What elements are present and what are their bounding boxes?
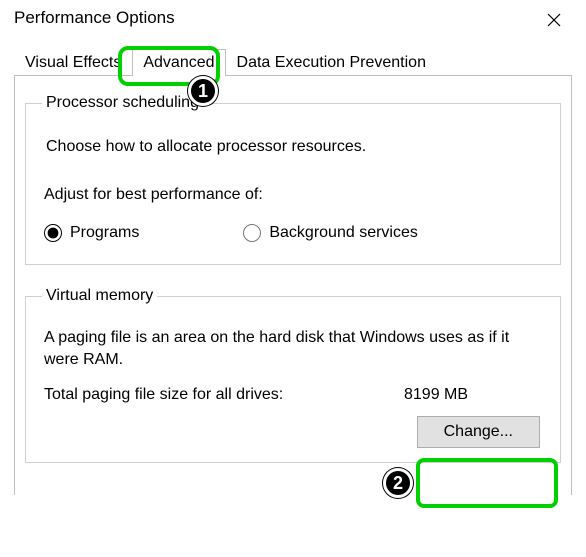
- tab-row: Visual Effects Advanced Data Execution P…: [14, 44, 572, 76]
- tab-panel: Processor scheduling Choose how to alloc…: [14, 76, 572, 495]
- processor-scheduling-group: Processor scheduling Choose how to alloc…: [25, 94, 561, 265]
- close-icon: [547, 13, 561, 27]
- virtual-memory-legend: Virtual memory: [42, 287, 157, 305]
- vm-total-value: 8199 MB: [404, 386, 468, 404]
- annotation-badge-1: 1: [188, 76, 218, 106]
- tab-visual-effects[interactable]: Visual Effects: [14, 49, 132, 76]
- window-title: Performance Options: [14, 6, 175, 28]
- annotation-badge-2: 2: [383, 468, 413, 498]
- radio-programs-input[interactable]: [44, 224, 62, 242]
- tab-dep[interactable]: Data Execution Prevention: [226, 49, 437, 76]
- tab-advanced[interactable]: Advanced: [132, 49, 225, 76]
- change-button[interactable]: Change...: [417, 416, 540, 448]
- radio-background-label: Background services: [269, 224, 418, 242]
- radio-background-input[interactable]: [243, 224, 261, 242]
- scheduling-description: Choose how to allocate processor resourc…: [46, 138, 544, 156]
- radio-programs-label: Programs: [70, 224, 139, 242]
- vm-total-label: Total paging file size for all drives:: [44, 386, 404, 404]
- radio-background[interactable]: Background services: [243, 224, 418, 242]
- virtual-memory-description: A paging file is an area on the hard dis…: [44, 327, 544, 370]
- processor-scheduling-legend: Processor scheduling: [42, 94, 203, 112]
- close-button[interactable]: [534, 6, 574, 34]
- radio-programs[interactable]: Programs: [44, 224, 139, 242]
- virtual-memory-group: Virtual memory A paging file is an area …: [25, 287, 561, 463]
- scheduling-subhead: Adjust for best performance of:: [44, 186, 544, 204]
